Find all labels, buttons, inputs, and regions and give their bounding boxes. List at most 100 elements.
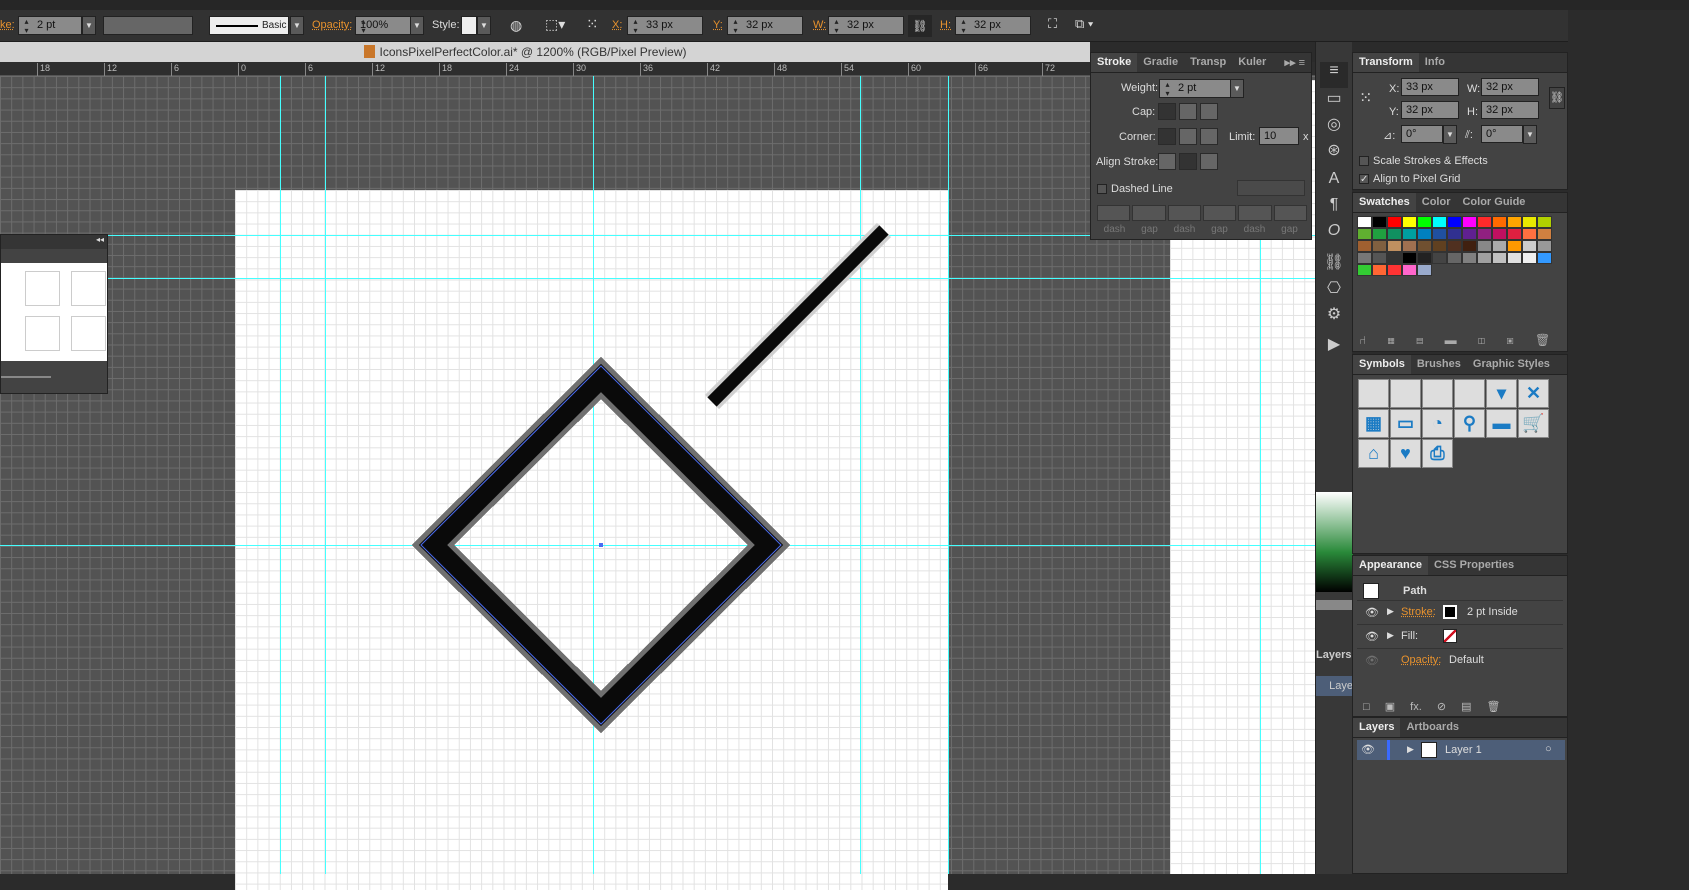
color-swatch[interactable] (1402, 216, 1417, 228)
color-swatch[interactable] (1462, 228, 1477, 240)
layer-name[interactable]: Layer 1 (1445, 744, 1482, 756)
color-swatch[interactable] (1507, 240, 1522, 252)
eye-icon[interactable]: 👁 (1365, 606, 1379, 619)
fill-none-swatch[interactable] (1443, 629, 1457, 643)
x-field[interactable]: 33 px (627, 16, 703, 35)
asset-export-icon[interactable]: ⎔ (1316, 278, 1352, 304)
color-swatch[interactable] (1432, 228, 1447, 240)
symbol-item[interactable] (1358, 379, 1389, 408)
zoom-slider[interactable] (1, 376, 51, 378)
stroke-label[interactable]: Stroke: (1401, 606, 1436, 618)
color-swatch[interactable] (1372, 252, 1387, 264)
color-swatch[interactable] (1447, 216, 1462, 228)
color-swatch[interactable] (1387, 228, 1402, 240)
symbol-item[interactable] (1454, 379, 1485, 408)
layer-row[interactable]: 👁 ▶ Layer 1 ○ (1357, 740, 1565, 760)
color-swatch[interactable] (1357, 252, 1372, 264)
graphic-style-swatch[interactable] (461, 16, 477, 35)
links-panel-icon[interactable]: ⛓ (1316, 252, 1352, 278)
gap-field[interactable] (1203, 205, 1236, 221)
opacity-label[interactable]: Opacity: (312, 19, 352, 31)
weight-field[interactable]: 2 pt (1159, 79, 1231, 98)
actions-play-icon[interactable]: ▶ (1316, 334, 1352, 360)
tab-graphic-styles[interactable]: Graphic Styles (1467, 355, 1556, 374)
color-swatch[interactable] (1537, 216, 1552, 228)
tab-brushes[interactable]: Brushes (1411, 355, 1467, 374)
color-swatch[interactable] (1387, 252, 1402, 264)
color-swatch[interactable] (1432, 216, 1447, 228)
color-swatch[interactable] (1357, 264, 1372, 276)
brush-definition[interactable]: Basic (209, 16, 289, 35)
color-swatch[interactable] (1522, 240, 1537, 252)
color-swatch[interactable] (1447, 240, 1462, 252)
round-join-button[interactable] (1179, 128, 1197, 145)
projecting-cap-button[interactable] (1200, 103, 1218, 120)
recolor-artwork-icon[interactable]: ◍ (510, 17, 522, 34)
opacity-label[interactable]: Opacity: (1401, 654, 1441, 666)
stroke-panel-icon[interactable]: ≡ (1320, 62, 1348, 88)
color-swatch[interactable] (1507, 252, 1522, 264)
color-swatch[interactable] (1402, 252, 1417, 264)
color-swatch[interactable] (1417, 240, 1432, 252)
color-swatch[interactable] (1417, 252, 1432, 264)
layers-tab-collapsed[interactable]: Layers (1316, 649, 1351, 661)
color-swatch[interactable] (1417, 264, 1432, 276)
symbol-item[interactable]: ✕ (1518, 379, 1549, 408)
fill-row[interactable]: 👁 ▶ Fill: (1357, 624, 1563, 648)
expand-triangle-icon[interactable]: ▶ (1387, 606, 1394, 617)
x-label[interactable]: X: (612, 19, 622, 31)
color-swatch[interactable] (1477, 228, 1492, 240)
align-center-button[interactable] (1158, 153, 1176, 170)
dash-field[interactable] (1238, 205, 1271, 221)
stroke-row[interactable]: 👁 ▶ Stroke: 2 pt Inside (1357, 600, 1563, 624)
tab-kuler[interactable]: Kuler (1232, 53, 1272, 72)
align-to-icon[interactable]: ⬚▾ (545, 16, 565, 33)
tab-info[interactable]: Info (1419, 53, 1451, 72)
tab-symbols[interactable]: Symbols (1353, 355, 1411, 374)
y-field[interactable]: 32 px (1401, 101, 1459, 119)
stroke-swatch[interactable] (1443, 605, 1457, 619)
symbol-item[interactable] (1390, 379, 1421, 408)
tab-appearance[interactable]: Appearance (1353, 556, 1428, 575)
round-cap-button[interactable] (1179, 103, 1197, 120)
tab-artboards[interactable]: Artboards (1400, 718, 1465, 737)
stroke-weight-field[interactable]: 2 pt (18, 16, 82, 35)
w-label[interactable]: W: (813, 19, 826, 31)
w-field[interactable]: 32 px (1481, 78, 1539, 96)
target-icon[interactable]: ○ (1545, 743, 1552, 755)
color-swatch[interactable] (1462, 216, 1477, 228)
color-swatch[interactable] (1462, 252, 1477, 264)
symbol-item[interactable]: ▭ (1390, 409, 1421, 438)
dash-alignment-buttons[interactable] (1237, 180, 1305, 196)
y-label[interactable]: Y: (713, 19, 723, 31)
limit-field[interactable]: 10 (1259, 127, 1299, 145)
color-swatch[interactable] (1357, 240, 1372, 252)
color-swatch[interactable] (1357, 216, 1372, 228)
color-swatch[interactable] (1372, 216, 1387, 228)
w-field[interactable]: 32 px (828, 16, 904, 35)
tab-transparency[interactable]: Transp (1184, 53, 1232, 72)
color-swatch[interactable] (1387, 240, 1402, 252)
color-swatch[interactable] (1522, 252, 1537, 264)
color-swatch[interactable] (1492, 228, 1507, 240)
stroke-weight-dropdown[interactable]: ▼ (82, 16, 96, 35)
color-swatch[interactable] (1432, 240, 1447, 252)
style-dropdown[interactable]: ▼ (477, 16, 491, 35)
appearance-footer-icons[interactable]: □ ▣ fx. ⊘ ▤ 🗑 (1363, 700, 1501, 713)
color-picker-spectrum[interactable] (1316, 492, 1353, 592)
symbol-item[interactable]: ♥ (1390, 439, 1421, 468)
character-panel-icon[interactable]: A (1316, 170, 1352, 196)
color-swatch[interactable] (1522, 216, 1537, 228)
tab-color[interactable]: Color (1416, 193, 1457, 212)
color-swatch[interactable] (1372, 240, 1387, 252)
scale-strokes-checkbox[interactable] (1359, 156, 1369, 166)
symbol-item[interactable]: ◔ (1422, 409, 1453, 438)
opacity-dropdown[interactable]: ▼ (410, 16, 424, 35)
shear-field[interactable]: 0° (1481, 125, 1523, 143)
gap-field[interactable] (1274, 205, 1307, 221)
h-field[interactable]: 32 px (955, 16, 1031, 35)
shear-dropdown[interactable]: ▼ (1523, 125, 1537, 144)
opacity-row[interactable]: 👁 Opacity: Default (1357, 648, 1563, 672)
color-swatch[interactable] (1402, 228, 1417, 240)
color-swatch[interactable] (1372, 264, 1387, 276)
